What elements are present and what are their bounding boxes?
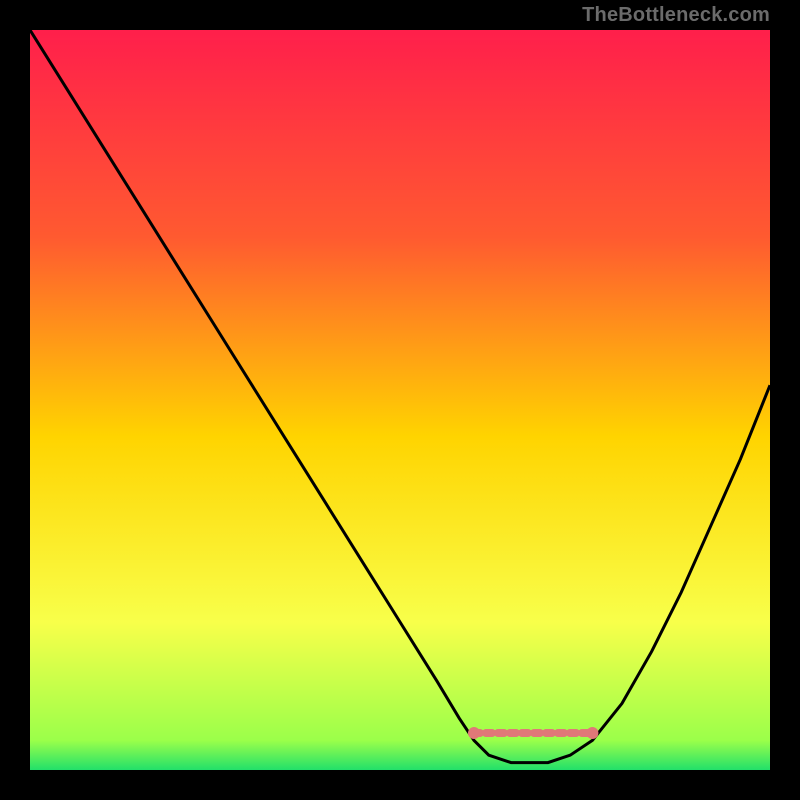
optimal-range-end-marker <box>586 727 598 739</box>
plot-area <box>30 30 770 770</box>
watermark-text: TheBottleneck.com <box>582 4 770 27</box>
optimal-range-start-marker <box>468 727 480 739</box>
bottleneck-curve <box>30 30 770 763</box>
chart-frame: TheBottleneck.com <box>0 0 800 800</box>
curve-layer <box>30 30 770 770</box>
